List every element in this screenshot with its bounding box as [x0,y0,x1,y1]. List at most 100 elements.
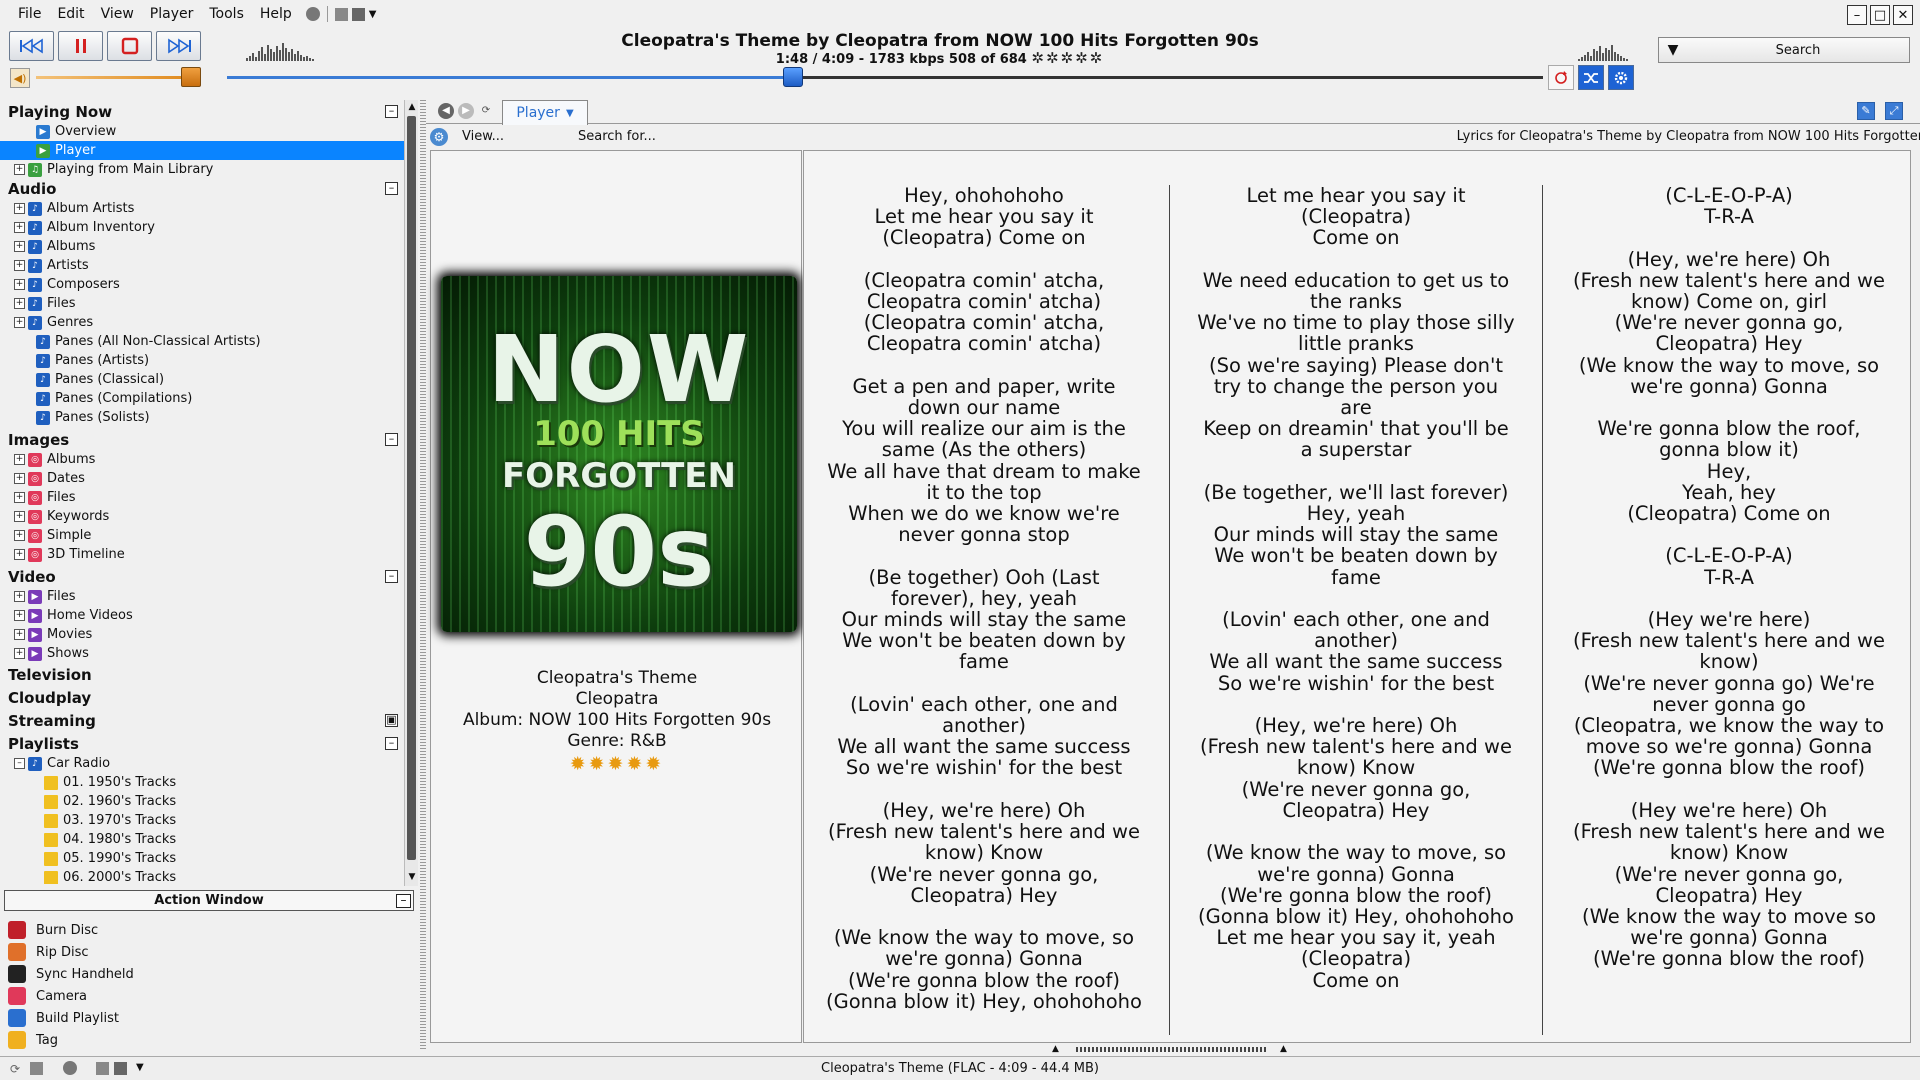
splitter-up-icon[interactable]: ▲ [1052,1044,1059,1054]
tag-action[interactable]: Tag [8,1030,58,1050]
track-rating[interactable]: ✲✲✲✲✲ [1031,49,1104,67]
search-label[interactable]: Search [1687,43,1909,58]
tree-item-images-1[interactable]: + ◎ Dates [0,469,404,488]
rip-disc-action[interactable]: Rip Disc [8,942,89,962]
menu-view[interactable]: View [93,0,142,28]
repeat-button[interactable] [1548,65,1574,90]
tree-section-television[interactable]: Television [0,665,404,684]
section-collapse-icon[interactable]: – [385,105,398,118]
tree-item-video-3[interactable]: + ▶ Shows [0,644,404,663]
tree-item-car-radio-4[interactable]: 05. 1990's Tracks [0,849,404,868]
tree-item-player[interactable]: ▶ Player [0,141,404,160]
view-menu[interactable]: View... [462,129,504,144]
previous-track-button[interactable] [9,31,54,61]
search-for-menu[interactable]: Search for... [578,129,656,144]
tree-item-car-radio[interactable]: – ♪ Car Radio [0,754,404,773]
menu-tools[interactable]: Tools [201,0,252,28]
tree-scrollbar-thumb[interactable] [407,116,416,860]
tree-item-audio-6[interactable]: + ♪ Genres [0,313,404,332]
expand-toggle-icon[interactable]: + [14,492,25,503]
tree-item-overview[interactable]: ▶ Overview [0,122,404,141]
tree-item-video-1[interactable]: + ▶ Home Videos [0,606,404,625]
search-dropdown-icon[interactable]: ▼ [1659,42,1687,58]
action-window-collapse-button[interactable]: – [396,894,411,908]
bottom-splitter[interactable]: ▲ ▲ [426,1044,1920,1054]
menu-player[interactable]: Player [142,0,202,28]
stop-mini-icon[interactable] [334,7,348,21]
tree-section-images[interactable]: Images – [0,430,404,449]
tree-section-playlists[interactable]: Playlists – [0,734,404,753]
back-icon[interactable]: ◀ [438,103,454,119]
refresh-icon[interactable]: ⟳ [478,103,494,119]
globe-icon[interactable] [305,7,320,21]
tree-item-images-3[interactable]: + ◎ Keywords [0,507,404,526]
edit-view-icon[interactable]: ✎ [1857,102,1875,120]
tree-item-audio-5[interactable]: + ♪ Files [0,294,404,313]
section-collapse-icon[interactable]: – [385,737,398,750]
expand-toggle-icon[interactable]: + [14,454,25,465]
tree-item-audio-9[interactable]: ♪ Panes (Classical) [0,370,404,389]
build-playlist-action[interactable]: Build Playlist [8,1008,119,1028]
tree-item-images-5[interactable]: + ◎ 3D Timeline [0,545,404,564]
tree-section-cloudplay[interactable]: Cloudplay [0,688,404,707]
tree-item-car-radio-0[interactable]: 01. 1950's Tracks [0,773,404,792]
tab-player[interactable]: Player ▼ [502,100,588,125]
tree-item-audio-7[interactable]: ♪ Panes (All Non-Classical Artists) [0,332,404,351]
tree-item-video-2[interactable]: + ▶ Movies [0,625,404,644]
tree-item-car-radio-3[interactable]: 04. 1980's Tracks [0,830,404,849]
volume-slider-track[interactable] [36,76,190,79]
chevron-down-icon[interactable]: ▼ [369,9,377,20]
splitter-grip[interactable] [1076,1047,1266,1052]
menu-help[interactable]: Help [252,0,300,28]
seek-bar[interactable] [227,76,1543,79]
expand-toggle-icon[interactable]: + [14,222,25,233]
expand-toggle-icon[interactable]: + [14,203,25,214]
shuffle-button[interactable] [1578,65,1604,90]
pause-button[interactable] [58,31,103,61]
expand-toggle-icon[interactable]: + [14,530,25,541]
expand-toggle-icon[interactable]: + [14,279,25,290]
expand-toggle-icon[interactable]: + [14,648,25,659]
section-collapse-icon[interactable]: – [385,570,398,583]
tree-section-playing-now[interactable]: Playing Now – [0,102,404,121]
options-gear-icon[interactable]: ⚙ [430,128,448,146]
tree-scrollbar[interactable]: ▲ ▼ [404,100,418,886]
stop-button[interactable] [107,31,152,61]
search-box[interactable]: ▼ Search [1658,37,1910,63]
burn-disc-action[interactable]: Burn Disc [8,920,98,940]
tree-item-audio-2[interactable]: + ♪ Albums [0,237,404,256]
next-track-button[interactable] [156,31,201,61]
expand-toggle-icon[interactable]: + [14,549,25,560]
tree-item-audio-3[interactable]: + ♪ Artists [0,256,404,275]
close-icon[interactable]: ✕ [1893,5,1913,25]
expand-toggle-icon[interactable]: + [14,164,25,175]
splitter-up-icon[interactable]: ▲ [1280,1044,1287,1054]
tree-item-video-0[interactable]: + ▶ Files [0,587,404,606]
tree-section-streaming[interactable]: Streaming ▣ [0,711,404,730]
volume-slider-thumb[interactable] [181,67,201,87]
volume-icon[interactable]: ◀) [10,68,30,88]
tree-item-images-0[interactable]: + ◎ Albums [0,450,404,469]
tree-section-audio[interactable]: Audio – [0,179,404,198]
expand-toggle-icon[interactable]: – [14,758,25,769]
section-collapse-icon[interactable]: – [385,182,398,195]
expand-toggle-icon[interactable]: + [14,298,25,309]
star-mini-icon[interactable] [351,7,365,21]
tree-item-audio-8[interactable]: ♪ Panes (Artists) [0,351,404,370]
panel-splitter[interactable] [420,100,426,1050]
expand-toggle-icon[interactable]: + [14,511,25,522]
tree-item-audio-0[interactable]: + ♪ Album Artists [0,199,404,218]
expand-toggle-icon[interactable]: + [14,629,25,640]
tree-item-audio-10[interactable]: ♪ Panes (Compilations) [0,389,404,408]
expand-toggle-icon[interactable]: + [14,260,25,271]
seek-bar-thumb[interactable] [782,67,803,87]
expand-toggle-icon[interactable]: + [14,591,25,602]
song-rating-stars[interactable]: ✹✹✹✹✹ [431,753,803,775]
menu-file[interactable]: File [10,0,49,28]
expand-toggle-icon[interactable]: + [14,241,25,252]
tree-item-playing-from-library[interactable]: + ♫ Playing from Main Library [0,160,404,179]
tree-item-images-2[interactable]: + ◎ Files [0,488,404,507]
forward-icon[interactable]: ▶ [458,103,474,119]
tree-item-audio-1[interactable]: + ♪ Album Inventory [0,218,404,237]
minimize-icon[interactable]: – [1847,5,1867,25]
